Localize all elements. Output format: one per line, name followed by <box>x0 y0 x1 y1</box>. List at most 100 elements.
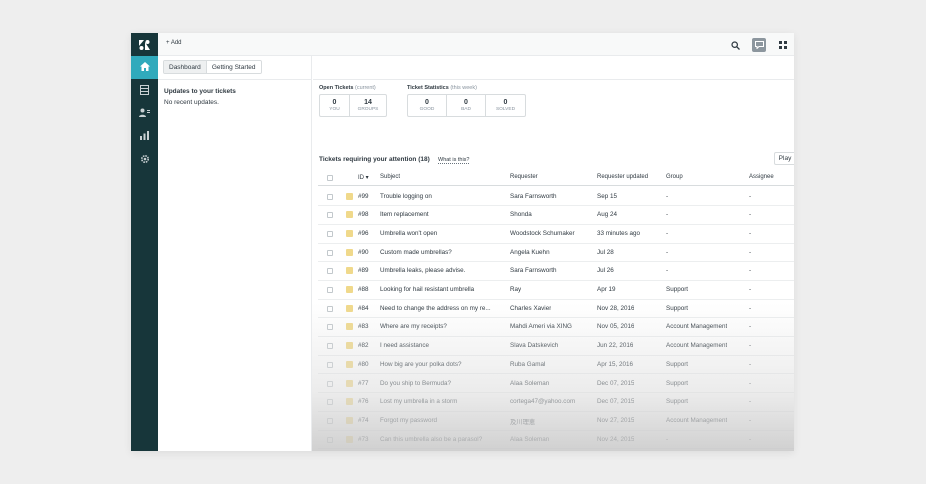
table-row[interactable]: #98 Item replacement Shonda Aug 24 - - <box>318 206 794 225</box>
stat-groups[interactable]: 14 GROUPS <box>350 95 386 116</box>
ticket-requester: Alaa Soleman <box>510 435 550 443</box>
divider <box>313 79 794 80</box>
row-checkbox[interactable] <box>327 361 333 368</box>
ticket-group: Support <box>666 304 689 312</box>
sidebar-item-admin[interactable] <box>131 148 158 171</box>
ticket-subject[interactable]: I need assistance <box>380 342 504 349</box>
row-checkbox[interactable] <box>327 324 333 331</box>
row-checkbox[interactable] <box>327 399 333 406</box>
tab-dashboard[interactable]: Dashboard <box>164 61 207 73</box>
stat-bad[interactable]: 0 BAD <box>447 95 486 116</box>
sidebar-item-home[interactable] <box>131 56 158 79</box>
ticket-subject[interactable]: Lost my umbrella in a storm <box>380 398 504 405</box>
table-row[interactable]: #74 Forgot my password 及川理恵 Nov 27, 2015 Acc… <box>318 412 794 431</box>
ticket-subject[interactable]: Custom made umbrellas? <box>380 249 504 256</box>
search-icon[interactable] <box>728 38 742 52</box>
sidebar-item-customers[interactable] <box>131 102 158 125</box>
table-row[interactable]: #90 Custom made umbrellas? Angela Kuehn Jul… <box>318 244 794 263</box>
sidebar-item-views[interactable] <box>131 79 158 102</box>
admin-gear-icon <box>140 154 150 166</box>
ticket-statistics-label: Ticket Statistics <box>407 85 449 91</box>
row-checkbox[interactable] <box>327 193 333 200</box>
row-checkbox[interactable] <box>327 380 333 387</box>
ticket-id: #76 <box>358 398 369 406</box>
ticket-subject[interactable]: How big are your polka dots? <box>380 361 504 368</box>
ticket-group: Support <box>666 286 689 293</box>
row-checkbox[interactable] <box>327 287 333 293</box>
table-row[interactable]: #99 Trouble logging on Sara Farnsworth Sep … <box>318 188 794 207</box>
divider <box>158 79 312 80</box>
ticket-requester-updated: Nov 24, 2015 <box>597 435 635 443</box>
row-checkbox[interactable] <box>327 436 333 443</box>
ticket-group: - <box>666 211 669 219</box>
column-header-assignee[interactable]: Assignee <box>749 174 774 180</box>
column-header-requester[interactable]: Requester <box>510 174 538 180</box>
table-row[interactable]: #84 Need to change the address on my re..… <box>318 300 794 319</box>
status-new-icon <box>346 211 353 219</box>
stat-value: 0 <box>425 98 429 106</box>
ticket-requester: Sara Farnsworth <box>510 267 557 275</box>
row-checkbox[interactable] <box>327 230 333 237</box>
ticket-subject[interactable]: Umbrella leaks, please advise. <box>380 267 504 274</box>
ticket-id: #83 <box>358 323 369 331</box>
ticket-subject[interactable]: Umbrella won't open <box>380 230 504 237</box>
ticket-id: #74 <box>358 416 369 424</box>
view-title: Tickets requiring your attention (18) <box>319 156 430 163</box>
column-header-subject[interactable]: Subject <box>380 174 400 180</box>
status-new-icon <box>346 379 353 387</box>
ticket-requester: cortega47@yahoo.com <box>510 398 576 406</box>
stat-good[interactable]: 0 GOOD <box>408 95 447 116</box>
table-row[interactable]: #96 Umbrella won't open Woodstock Schumake… <box>318 225 794 244</box>
ticket-subject[interactable]: Trouble logging on <box>380 193 504 200</box>
ticket-subject[interactable]: Item replacement <box>380 211 504 218</box>
stat-you[interactable]: 0 YOU <box>320 95 350 116</box>
ticket-requester-updated: Apr 15, 2016 <box>597 360 634 368</box>
ticket-requester: Alaa Soleman <box>510 379 550 387</box>
ticket-subject[interactable]: Forgot my password <box>380 417 504 424</box>
add-button[interactable]: + Add <box>166 40 182 46</box>
ticket-requester-updated: Jul 28 <box>597 248 614 256</box>
row-checkbox[interactable] <box>327 268 333 275</box>
stat-value: 0 <box>332 98 337 106</box>
ticket-subject[interactable]: Where are my receipts? <box>380 323 504 330</box>
sidebar-item-reporting[interactable] <box>131 125 158 148</box>
column-header-group[interactable]: Group <box>666 174 683 180</box>
table-row[interactable]: #71Hellomahdi ameriOct 15, 2015Account M… <box>318 449 794 451</box>
table-row[interactable]: #73 Can this umbrella also be a parasol? A… <box>318 431 794 450</box>
select-all-checkbox[interactable] <box>327 175 333 181</box>
ticket-subject[interactable]: Can this umbrella also be a parasol? <box>380 436 504 443</box>
table-row[interactable]: #82 I need assistance Slava Datskevich Jun … <box>318 337 794 356</box>
column-header-id[interactable]: ID ▾ <box>358 174 369 181</box>
table-row[interactable]: #89 Umbrella leaks, please advise. Sara Fa… <box>318 262 794 281</box>
column-header-requester-updated[interactable]: Requester updated <box>597 174 648 180</box>
ticket-assignee: - <box>749 248 752 256</box>
table-row[interactable]: #83 Where are my receipts? Mahdi Ameri via… <box>318 318 794 338</box>
ticket-subject[interactable]: Do you ship to Bermuda? <box>380 380 504 387</box>
ticket-subject[interactable]: Looking for hail resistant umbrella <box>380 286 504 293</box>
row-checkbox[interactable] <box>327 305 333 312</box>
ticket-group: Support <box>666 379 689 387</box>
table-row[interactable]: #77 Do you ship to Bermuda? Alaa Soleman De… <box>318 375 794 394</box>
ticket-requester-updated: Nov 27, 2015 <box>597 416 635 424</box>
apps-grid-icon[interactable] <box>776 38 790 52</box>
ticket-group: Account Management <box>666 323 728 331</box>
row-checkbox[interactable] <box>327 212 333 219</box>
ticket-subject[interactable]: Need to change the address on my re... <box>380 305 504 312</box>
ticket-requester: Slava Datskevich <box>510 342 559 350</box>
table-row[interactable]: #88 Looking for hail resistant umbrella Ra… <box>318 281 794 300</box>
table-row[interactable]: #80 How big are your polka dots? Ruba Gama… <box>318 356 794 375</box>
logo-icon[interactable] <box>138 39 151 51</box>
row-checkbox[interactable] <box>327 417 333 424</box>
play-button[interactable]: Play <box>774 152 794 165</box>
ticket-group: - <box>666 229 669 237</box>
row-checkbox[interactable] <box>327 249 333 256</box>
status-new-icon <box>346 398 353 406</box>
tab-getting-started[interactable]: Getting Started <box>206 61 261 73</box>
row-checkbox[interactable] <box>327 343 333 350</box>
stat-solved[interactable]: 0 SOLVED <box>486 95 525 116</box>
ticket-id: #99 <box>358 192 369 200</box>
ticket-requester: Mahdi Ameri via XING <box>510 323 572 331</box>
whats-this-link[interactable]: What is this? <box>438 157 470 164</box>
table-row[interactable]: #76 Lost my umbrella in a storm cortega47@… <box>318 393 794 412</box>
conversations-icon[interactable] <box>752 38 766 52</box>
